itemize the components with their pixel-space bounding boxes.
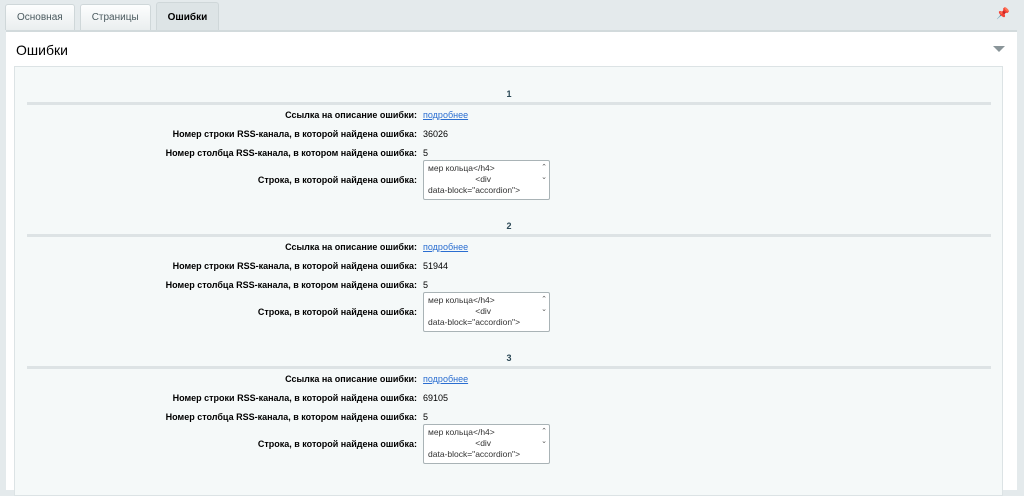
column-row: Номер столбца RSS-канала, в котором найд… — [27, 278, 991, 292]
link-label: Ссылка на описание ошибки: — [285, 110, 417, 120]
link-row: Ссылка на описание ошибки: подробнее — [27, 240, 991, 254]
error-string-text: мер кольца</h4> <div data-block="accordi… — [428, 163, 521, 195]
divider — [27, 366, 991, 369]
line-row: Номер строки RSS-канала, в которой найде… — [27, 259, 991, 273]
line-label: Номер строки RSS-канала, в которой найде… — [172, 393, 417, 403]
string-label: Строка, в которой найдена ошибка: — [257, 175, 417, 185]
error-string-textarea[interactable]: мер кольца</h4> <div data-block="accordi… — [423, 424, 550, 464]
scrollbar[interactable]: ⌃ ⌄ — [541, 427, 547, 447]
error-number: 2 — [506, 221, 512, 231]
error-string-textarea[interactable]: мер кольца</h4> <div data-block="accordi… — [423, 292, 550, 332]
error-section: 1 Ссылка на описание ошибки: подробнее Н… — [27, 88, 991, 200]
line-label: Номер строки RSS-канала, в которой найде… — [172, 129, 417, 139]
string-label: Строка, в которой найдена ошибка: — [257, 307, 417, 317]
line-value: 51944 — [423, 261, 449, 271]
divider — [27, 102, 991, 105]
collapse-arrow-icon[interactable] — [993, 46, 1005, 52]
errors-panel: Ошибки 1 Ссылка на описание ошибки: подр… — [6, 30, 1017, 496]
scrollbar[interactable]: ⌃ ⌄ — [541, 295, 547, 315]
errors-list: 1 Ссылка на описание ошибки: подробнее Н… — [14, 66, 1003, 496]
string-row: Строка, в которой найдена ошибка: мер ко… — [27, 160, 991, 200]
details-link[interactable]: подробнее — [423, 108, 468, 122]
string-row: Строка, в которой найдена ошибка: мер ко… — [27, 292, 991, 332]
divider — [27, 234, 991, 237]
column-label: Номер столбца RSS-канала, в котором найд… — [165, 280, 417, 290]
details-link[interactable]: подробнее — [423, 240, 468, 254]
line-row: Номер строки RSS-канала, в которой найде… — [27, 127, 991, 141]
error-number: 1 — [506, 89, 512, 99]
string-label: Строка, в которой найдена ошибка: — [257, 439, 417, 449]
link-row: Ссылка на описание ошибки: подробнее — [27, 108, 991, 122]
link-label: Ссылка на описание ошибки: — [285, 242, 417, 252]
column-row: Номер столбца RSS-канала, в котором найд… — [27, 146, 991, 160]
error-section: 3 Ссылка на описание ошибки: подробнее Н… — [27, 352, 991, 464]
tab-main[interactable]: Основная — [5, 4, 75, 30]
tab-bar: Основная Страницы Ошибки — [5, 2, 220, 30]
scrollbar[interactable]: ⌃ ⌄ — [541, 163, 547, 183]
line-label: Номер строки RSS-канала, в которой найде… — [172, 261, 417, 271]
link-label: Ссылка на описание ошибки: — [285, 374, 417, 384]
details-link[interactable]: подробнее — [423, 372, 468, 386]
line-value: 69105 — [423, 393, 449, 403]
error-string-text: мер кольца</h4> <div data-block="accordi… — [428, 295, 521, 327]
tab-pages[interactable]: Страницы — [79, 4, 151, 30]
column-row: Номер столбца RSS-канала, в котором найд… — [27, 410, 991, 424]
column-value: 5 — [423, 148, 429, 158]
panel-title: Ошибки — [16, 42, 68, 58]
column-label: Номер столбца RSS-канала, в котором найд… — [165, 412, 417, 422]
error-string-textarea[interactable]: мер кольца</h4> <div data-block="accordi… — [423, 160, 550, 200]
pin-icon[interactable]: 📌 — [996, 7, 1010, 20]
string-row: Строка, в которой найдена ошибка: мер ко… — [27, 424, 991, 464]
error-string-text: мер кольца</h4> <div data-block="accordi… — [428, 427, 521, 459]
link-row: Ссылка на описание ошибки: подробнее — [27, 372, 991, 386]
tab-errors[interactable]: Ошибки — [155, 2, 220, 30]
line-value: 36026 — [423, 129, 449, 139]
column-value: 5 — [423, 280, 429, 290]
error-number: 3 — [506, 353, 512, 363]
column-label: Номер столбца RSS-канала, в котором найд… — [165, 148, 417, 158]
line-row: Номер строки RSS-канала, в которой найде… — [27, 391, 991, 405]
error-section: 2 Ссылка на описание ошибки: подробнее Н… — [27, 220, 991, 332]
column-value: 5 — [423, 412, 429, 422]
